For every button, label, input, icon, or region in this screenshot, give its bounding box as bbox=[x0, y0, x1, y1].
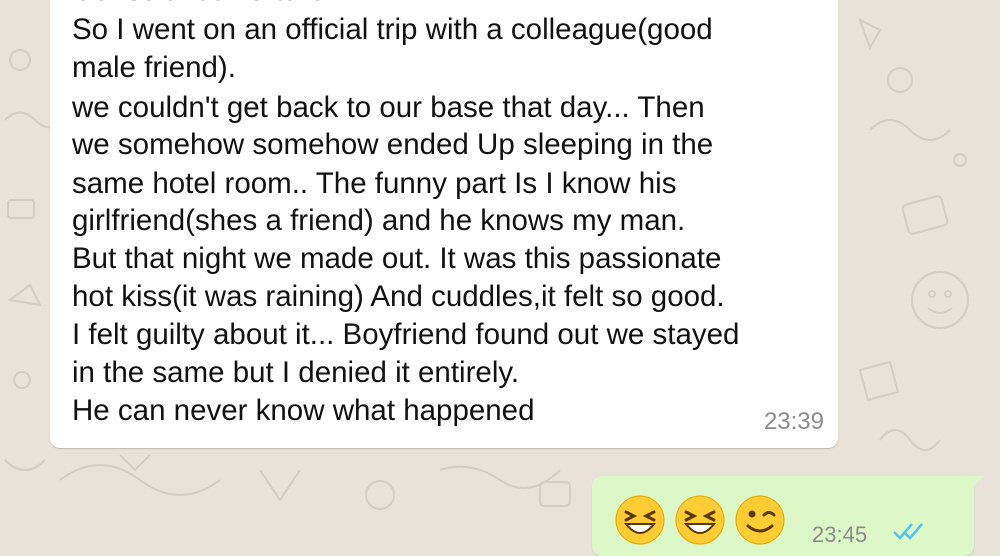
message-text-line: girlfriend(shes a friend) and he knows m… bbox=[72, 204, 686, 237]
message-text-clipped-line: Conscience Torture bbox=[72, 0, 326, 10]
message-text-line: But that night we made out. It was this … bbox=[72, 242, 722, 275]
message-text-line: hot kiss(it was raining) And cuddles,it … bbox=[72, 280, 725, 313]
message-timestamp: 23:45 bbox=[812, 522, 868, 547]
message-text-line: So I went on an official trip with a col… bbox=[72, 13, 713, 46]
message-text-line: we couldn't get back to our base that da… bbox=[72, 91, 705, 124]
emoji-row bbox=[614, 494, 786, 546]
message-text-line: we somehow somehow ended Up sleeping in … bbox=[72, 128, 714, 161]
incoming-message-bubble[interactable]: Conscience Torture So I went on an offic… bbox=[50, 0, 838, 448]
message-text-line: He can never know what happened bbox=[72, 394, 535, 427]
message-text-line: in the same but I denied it entirely. bbox=[72, 356, 520, 389]
double-check-icon bbox=[893, 523, 923, 540]
winking-emoji bbox=[735, 495, 785, 545]
message-text-line: I felt guilty about it... Boyfriend foun… bbox=[72, 318, 740, 351]
message-text-line: same hotel room.. The funny part Is I kn… bbox=[72, 167, 677, 200]
message-timestamp: 23:39 bbox=[763, 408, 824, 435]
outgoing-bubble-tail bbox=[968, 476, 984, 492]
message-text-line: male friend). bbox=[72, 51, 236, 84]
outgoing-message-bubble[interactable]: 23:45 bbox=[592, 476, 974, 556]
grinning-squinting-emoji bbox=[675, 495, 725, 545]
grinning-squinting-emoji bbox=[615, 495, 665, 545]
